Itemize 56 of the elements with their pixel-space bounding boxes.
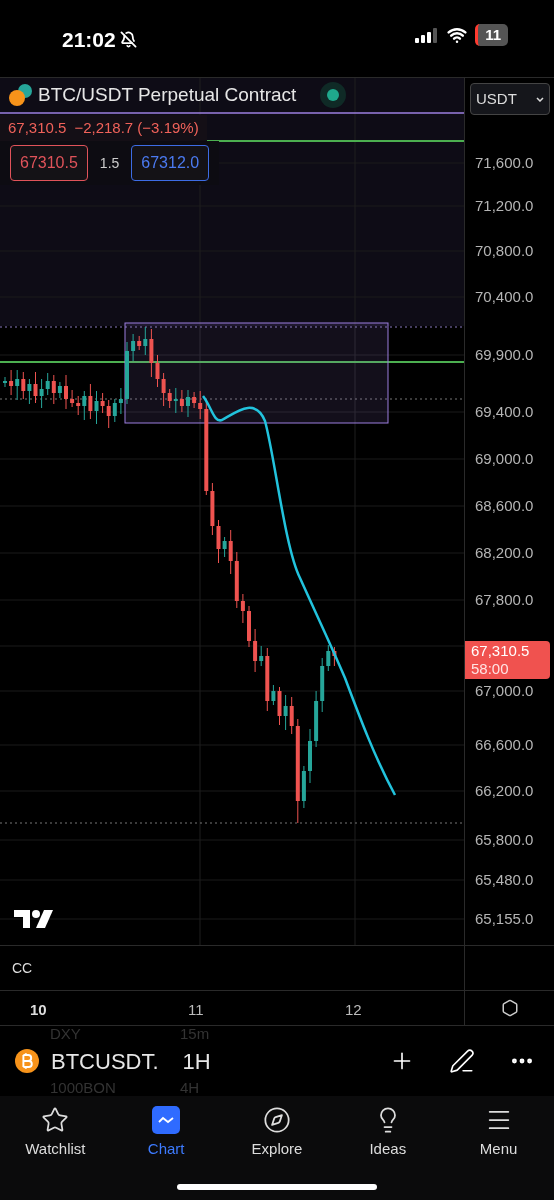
- chevron-icon: [536, 96, 544, 102]
- price-tick: 69,000.0: [475, 450, 534, 468]
- tag-price: 67,310.5: [471, 642, 531, 660]
- candle: [64, 374, 68, 410]
- nav-tab[interactable]: Menu: [443, 1106, 554, 1161]
- tag-countdown: 58:00: [471, 660, 510, 678]
- time-tick: 11: [188, 1000, 204, 1020]
- price-tick: 70,800.0: [475, 242, 534, 260]
- spread-value: 1.5: [99, 153, 120, 173]
- nav-tab[interactable]: Chart: [110, 1106, 222, 1161]
- nav-tab[interactable]: Watchlist: [0, 1106, 111, 1161]
- symbol-button[interactable]: BTCUSDT.: [51, 1044, 159, 1078]
- interval-button[interactable]: 1H: [182, 1044, 211, 1078]
- candle: [125, 341, 129, 405]
- price-tick: 68,600.0: [475, 497, 534, 515]
- logo-icon: [14, 910, 54, 928]
- battery-indicator: 11: [475, 24, 508, 46]
- time-tick: 12: [345, 1000, 362, 1020]
- indicator-label: CC: [12, 958, 33, 978]
- price-tick: 67,800.0: [475, 591, 534, 609]
- price-tick: 65,155.0: [475, 910, 534, 928]
- coin-pair-icon: [8, 83, 34, 107]
- candle: [247, 605, 251, 648]
- price-tick: 71,200.0: [475, 197, 534, 215]
- price-tick: 66,600.0: [475, 736, 534, 754]
- bell-off-icon: [119, 31, 137, 49]
- price-tick: 68,200.0: [475, 544, 534, 562]
- candle: [308, 728, 312, 784]
- star-icon: [41, 1106, 70, 1134]
- price-change: −2,218.7 (−3.19%): [74, 117, 199, 138]
- price-tick: 65,800.0: [475, 831, 534, 849]
- compass-icon: [263, 1106, 291, 1134]
- pen-icon[interactable]: [449, 1048, 475, 1074]
- wifi-icon: [447, 25, 468, 45]
- chart-icon: [152, 1106, 181, 1134]
- symbol-title: BTC/USDT Perpetual Contract: [38, 84, 297, 106]
- price-tick: 65,480.0: [475, 871, 534, 889]
- price-tick: 66,200.0: [475, 782, 534, 800]
- price-tick: 69,400.0: [475, 403, 534, 421]
- price-tick: 69,900.0: [475, 346, 534, 364]
- clock-time: 21:02: [62, 27, 116, 53]
- price-tick: 70,400.0: [475, 288, 534, 306]
- currency-dropdown[interactable]: USDT: [470, 83, 550, 115]
- bitcoin-icon: [15, 1049, 39, 1073]
- settings-icon[interactable]: [500, 999, 519, 1017]
- candle: [186, 389, 190, 418]
- nav-tab[interactable]: Explore: [221, 1106, 333, 1161]
- bid-price: 67310.5: [10, 145, 88, 181]
- last-price: 67,310.5: [8, 117, 67, 138]
- signal-icon: [415, 27, 440, 43]
- ask-price: 67312.0: [131, 145, 210, 181]
- candle: [3, 376, 7, 388]
- price-tick: 71,600.0: [475, 154, 534, 172]
- price-tick: 67,000.0: [475, 682, 534, 700]
- time-tick: 10: [30, 1000, 47, 1020]
- nav-tab[interactable]: Ideas: [332, 1106, 444, 1161]
